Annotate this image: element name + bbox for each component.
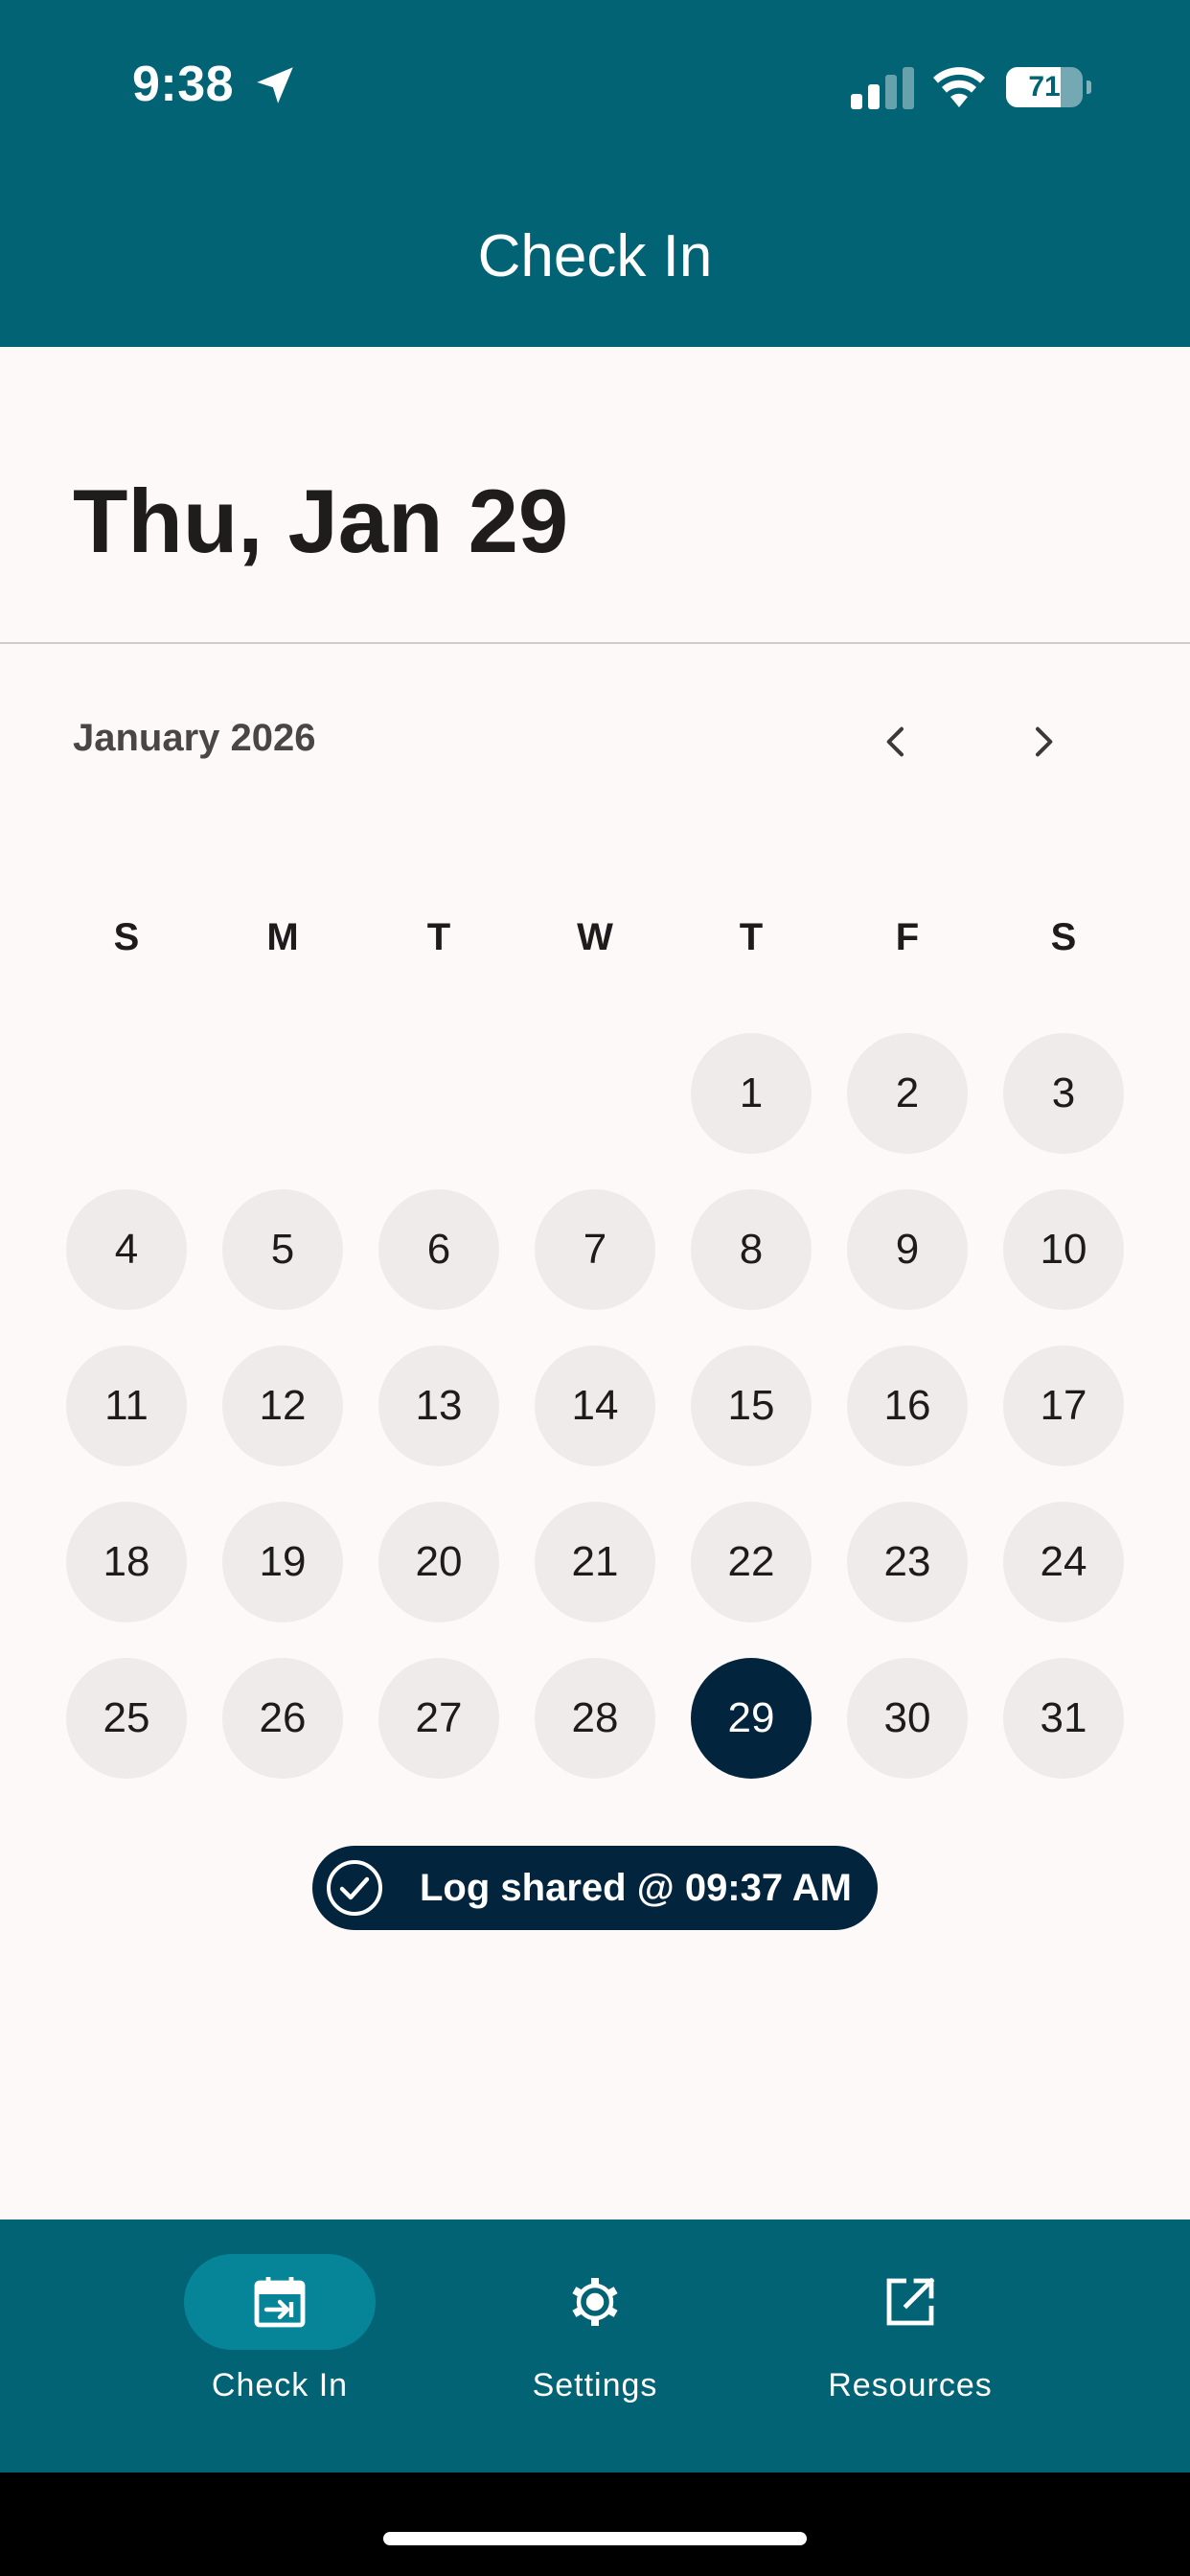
calendar-day[interactable]: 26 [222, 1658, 343, 1779]
calendar-day[interactable]: 27 [378, 1658, 499, 1779]
app-header: 9:38 71 Check In [0, 0, 1190, 347]
calendar-day[interactable]: 4 [66, 1189, 187, 1310]
battery-level: 71 [1028, 71, 1061, 103]
calendar-day[interactable]: 28 [535, 1658, 655, 1779]
calendar-day[interactable]: 1 [691, 1033, 812, 1154]
weekday-header: W [577, 916, 613, 958]
status-time: 9:38 [132, 57, 235, 112]
calendar-day[interactable]: 3 [1003, 1033, 1124, 1154]
calendar-day[interactable]: 19 [222, 1502, 343, 1622]
calendar-check-in-icon [254, 2277, 306, 2328]
chevron-right-icon [1036, 726, 1053, 757]
month-label: January 2026 [73, 717, 316, 759]
nav-label: Settings [532, 2367, 658, 2404]
page-title: Check In [477, 223, 713, 289]
previous-month-button[interactable] [860, 705, 933, 778]
calendar-day[interactable]: 6 [378, 1189, 499, 1310]
calendar-day[interactable]: 13 [378, 1346, 499, 1466]
nav-item-check-in[interactable]: Check In [155, 2254, 404, 2426]
calendar-day[interactable]: 24 [1003, 1502, 1124, 1622]
check-circle-icon [327, 1860, 382, 1916]
log-shared-text: Log shared @ 09:37 AM [420, 1867, 852, 1909]
nav-label: Resources [828, 2367, 993, 2404]
nav-item-resources[interactable]: Resources [786, 2254, 1035, 2426]
calendar-day[interactable]: 23 [847, 1502, 968, 1622]
weekday-header: T [426, 916, 451, 958]
calendar-day[interactable]: 22 [691, 1502, 812, 1622]
weekday-header: F [895, 916, 920, 958]
calendar-day[interactable]: 11 [66, 1346, 187, 1466]
weekday-header: M [266, 916, 299, 958]
weekday-header: S [1050, 916, 1077, 958]
calendar-day[interactable]: 20 [378, 1502, 499, 1622]
calendar-day[interactable]: 2 [847, 1033, 968, 1154]
calendar-day-selected[interactable]: 29 [691, 1658, 812, 1779]
bottom-navigation: Check In Settings Resources [0, 2220, 1190, 2472]
selected-date-heading: Thu, Jan 29 [73, 471, 569, 571]
calendar-day[interactable]: 15 [691, 1346, 812, 1466]
location-arrow-icon [257, 67, 293, 104]
calendar-day[interactable]: 18 [66, 1502, 187, 1622]
calendar-day[interactable]: 30 [847, 1658, 968, 1779]
weekday-header: S [113, 916, 140, 958]
calendar-day[interactable]: 10 [1003, 1189, 1124, 1310]
calendar-day[interactable]: 5 [222, 1189, 343, 1310]
calendar-day[interactable]: 16 [847, 1346, 968, 1466]
home-indicator-area [0, 2472, 1190, 2576]
calendar-day[interactable]: 9 [847, 1189, 968, 1310]
log-shared-badge: Log shared @ 09:37 AM [312, 1846, 878, 1930]
calendar-day[interactable]: 8 [691, 1189, 812, 1310]
external-link-icon [886, 2277, 935, 2326]
weekday-header: T [739, 916, 764, 958]
calendar-day[interactable]: 7 [535, 1189, 655, 1310]
chevron-left-icon [886, 726, 904, 757]
calendar-day[interactable]: 21 [535, 1502, 655, 1622]
home-indicator[interactable] [383, 2532, 807, 2545]
battery-icon: 71 [1006, 67, 1091, 107]
nav-item-settings[interactable]: Settings [470, 2254, 720, 2426]
wifi-icon [933, 67, 985, 107]
calendar-day[interactable]: 31 [1003, 1658, 1124, 1779]
cellular-signal-icon [851, 67, 914, 109]
calendar-day[interactable]: 25 [66, 1658, 187, 1779]
next-month-button[interactable] [1006, 705, 1079, 778]
calendar-day[interactable]: 12 [222, 1346, 343, 1466]
calendar-day[interactable]: 14 [535, 1346, 655, 1466]
nav-label: Check In [211, 2367, 349, 2404]
divider [0, 642, 1190, 644]
gear-icon [572, 2278, 618, 2326]
calendar-day[interactable]: 17 [1003, 1346, 1124, 1466]
